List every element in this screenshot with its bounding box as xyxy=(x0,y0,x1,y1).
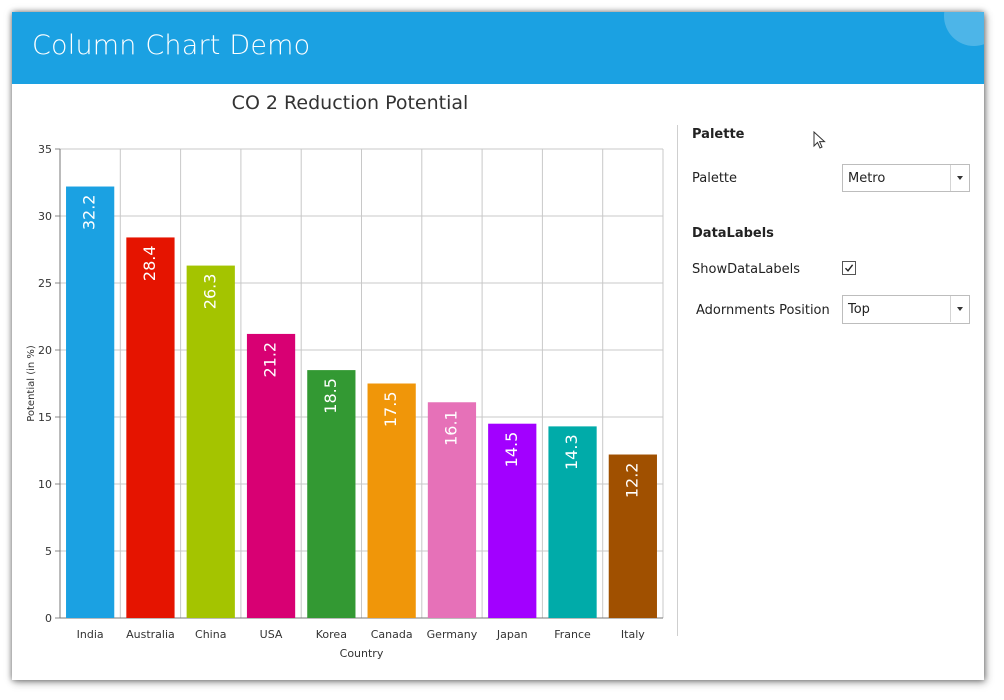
data-label: 17.5 xyxy=(381,392,400,428)
show-datalabels-checkbox[interactable] xyxy=(842,261,856,275)
y-axis-title: Potential (in %) xyxy=(26,345,37,422)
column-chart: 0 5 10 15 20 25 30 35 32.2 India 28.4 Australia 26.3… xyxy=(26,143,664,660)
data-label: 32.2 xyxy=(80,195,99,231)
adornments-position-select[interactable]: Top xyxy=(842,295,970,324)
data-label: 16.1 xyxy=(441,410,460,446)
x-tick-label: China xyxy=(195,628,226,641)
data-label: 26.3 xyxy=(200,274,219,310)
y-tick-label: 25 xyxy=(38,277,52,290)
y-tick-label: 30 xyxy=(38,210,52,223)
data-label: 12.2 xyxy=(622,463,641,499)
x-tick-label: Germany xyxy=(427,628,478,641)
palette-select-value: Metro xyxy=(848,171,886,186)
panel-divider xyxy=(677,125,678,636)
x-tick-label: Korea xyxy=(316,628,347,641)
data-label: 14.3 xyxy=(562,434,581,470)
data-label: 28.4 xyxy=(140,245,159,281)
data-label: 21.2 xyxy=(261,342,280,378)
adornments-select-value: Top xyxy=(848,302,870,317)
y-tick-label: 20 xyxy=(38,344,52,357)
x-tick-label: India xyxy=(77,628,104,641)
x-axis-title: Country xyxy=(340,647,384,660)
x-tick-label: Australia xyxy=(126,628,175,641)
show-datalabels-label: ShowDataLabels xyxy=(692,262,800,277)
palette-select[interactable]: Metro xyxy=(842,164,970,192)
y-tick-label: 35 xyxy=(38,143,52,156)
x-tick-label: Italy xyxy=(621,628,645,641)
mouse-cursor-icon xyxy=(813,131,826,149)
y-tick-label: 5 xyxy=(45,545,52,558)
palette-header: Palette xyxy=(692,127,745,142)
chevron-down-icon[interactable] xyxy=(950,165,969,191)
x-tick-label: USA xyxy=(260,628,283,641)
x-tick-label: Canada xyxy=(371,628,413,641)
datalabels-header: DataLabels xyxy=(692,226,774,241)
bar-china xyxy=(186,265,235,618)
data-label: 14.5 xyxy=(502,432,521,468)
x-tick-label: Japan xyxy=(496,628,528,641)
adornments-position-label: Adornments Position xyxy=(696,303,830,318)
close-button[interactable]: × xyxy=(944,12,984,46)
data-label: 18.5 xyxy=(321,378,340,414)
bar-australia xyxy=(126,237,175,618)
bar-india xyxy=(66,186,115,618)
palette-label: Palette xyxy=(692,171,738,186)
y-tick-label: 15 xyxy=(38,411,52,424)
chevron-down-icon[interactable] xyxy=(950,296,969,322)
y-tick-label: 10 xyxy=(38,478,52,491)
y-tick-label: 0 xyxy=(45,612,52,625)
x-tick-label: France xyxy=(554,628,591,641)
checkmark-icon xyxy=(844,264,854,272)
